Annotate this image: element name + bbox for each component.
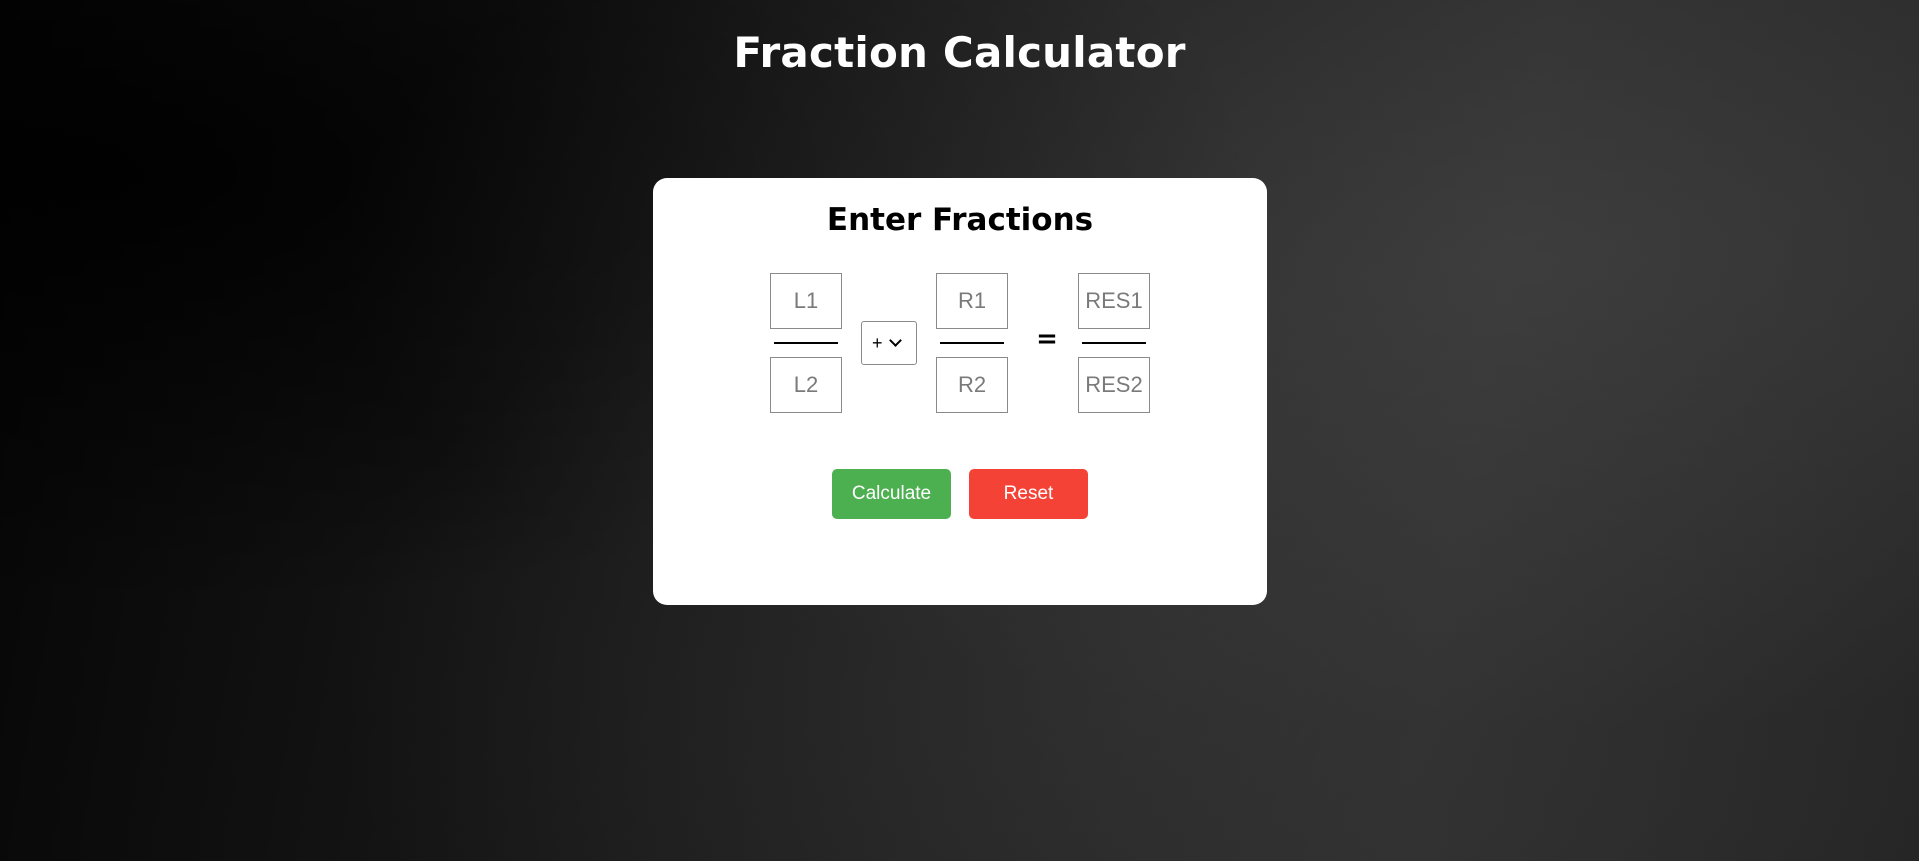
left-numerator-input[interactable] xyxy=(770,273,842,329)
equals-sign: = xyxy=(1036,324,1058,354)
left-fraction-bar xyxy=(774,342,838,344)
card-title: Enter Fractions xyxy=(826,202,1094,238)
left-denominator-input[interactable] xyxy=(770,357,842,413)
operator-select[interactable]: + xyxy=(861,321,917,365)
chevron-down-icon xyxy=(888,334,902,347)
reset-button[interactable]: Reset xyxy=(969,469,1088,519)
result-denominator-input[interactable] xyxy=(1078,357,1150,413)
page-title: Fraction Calculator xyxy=(733,28,1186,77)
right-denominator-input[interactable] xyxy=(936,357,1008,413)
operator-selected-value: + xyxy=(872,332,883,353)
right-fraction-bar xyxy=(940,342,1004,344)
calculate-button[interactable]: Calculate xyxy=(832,469,951,519)
right-numerator-input[interactable] xyxy=(936,273,1008,329)
result-fraction-bar xyxy=(1082,342,1146,344)
result-numerator-input[interactable] xyxy=(1078,273,1150,329)
fraction-card: Enter Fractions + = Calculate Reset xyxy=(653,178,1267,605)
